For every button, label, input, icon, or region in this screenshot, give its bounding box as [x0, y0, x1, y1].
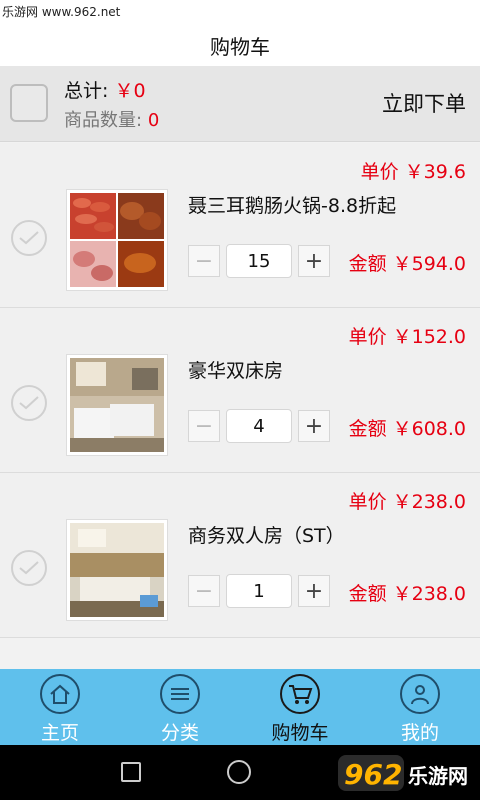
tab-profile[interactable]: 我的: [360, 669, 480, 745]
cart-item: 单价 ￥152.0 豪华双床房 − 4 + 金额 ￥608.0: [0, 308, 480, 473]
product-name: 商务双人房（ST）: [188, 525, 345, 547]
quantity-stepper: − 1 +: [188, 573, 336, 609]
system-nav-bar: 962 乐游网: [0, 745, 480, 800]
quantity-field[interactable]: 1: [226, 574, 292, 608]
status-bar: 乐游网 www.962.net: [0, 0, 480, 24]
tab-label: 主页: [40, 722, 79, 744]
decrease-button[interactable]: −: [188, 245, 220, 277]
unit-price: 单价 ￥152.0: [348, 326, 466, 348]
item-amount: 金额 ￥594.0: [348, 253, 466, 275]
cart-summary-bar: 总计: ￥0 商品数量: 0 立即下单: [0, 66, 480, 142]
unit-price: 单价 ￥238.0: [348, 491, 466, 513]
svg-text:乐游网: 乐游网: [408, 764, 468, 788]
home-button[interactable]: [227, 760, 251, 784]
tab-label: 购物车: [271, 722, 329, 744]
product-thumbnail[interactable]: [66, 189, 168, 291]
page-title: 购物车: [0, 24, 480, 66]
cart-item: 单价 ￥39.6 聂三耳鹅肠火锅-8.8折起 − 15 + 金额 ￥594.0: [0, 143, 480, 308]
site-logo: 962 乐游网: [338, 755, 468, 791]
quantity-field[interactable]: 15: [226, 244, 292, 278]
cart-item: 单价 ￥238.0 商务双人房（ST） − 1 + 金额 ￥238.0: [0, 473, 480, 638]
cart-item-list: 单价 ￥39.6 聂三耳鹅肠火锅-8.8折起 − 15 + 金额 ￥594.0 …: [0, 143, 480, 638]
submit-order-button[interactable]: 立即下单: [382, 88, 466, 118]
product-thumbnail[interactable]: [66, 519, 168, 621]
total-line: 总计: ￥0: [64, 76, 146, 103]
check-icon: [19, 561, 39, 575]
twin-room-photo: [70, 358, 164, 452]
product-name: 豪华双床房: [188, 360, 284, 382]
check-icon: [19, 396, 39, 410]
quantity-stepper: − 4 +: [188, 408, 336, 444]
tab-label: 分类: [160, 722, 199, 744]
quantity-field[interactable]: 4: [226, 409, 292, 443]
recent-apps-button[interactable]: [121, 762, 141, 782]
tab-home[interactable]: 主页: [0, 669, 120, 745]
unit-price: 单价 ￥39.6: [360, 161, 466, 183]
decrease-button[interactable]: −: [188, 575, 220, 607]
check-icon: [19, 231, 39, 245]
select-all-checkbox[interactable]: [10, 84, 48, 122]
total-label: 总计:: [64, 80, 109, 102]
user-icon: [400, 674, 440, 714]
item-select-radio[interactable]: [11, 220, 47, 256]
increase-button[interactable]: +: [298, 575, 330, 607]
count-line: 商品数量: 0: [64, 106, 159, 132]
item-select-radio[interactable]: [11, 385, 47, 421]
hotpot-food-photo: [70, 193, 164, 287]
tab-cart[interactable]: 购物车: [240, 669, 360, 745]
quantity-stepper: − 15 +: [188, 243, 336, 279]
count-label: 商品数量:: [64, 110, 143, 131]
increase-button[interactable]: +: [298, 410, 330, 442]
item-amount: 金额 ￥238.0: [348, 583, 466, 605]
product-thumbnail[interactable]: [66, 354, 168, 456]
tab-category[interactable]: 分类: [120, 669, 240, 745]
svg-text:962: 962: [344, 758, 402, 791]
bottom-tab-bar: 主页 分类 购物车 我的: [0, 669, 480, 745]
item-select-radio[interactable]: [11, 550, 47, 586]
business-room-photo: [70, 523, 164, 617]
increase-button[interactable]: +: [298, 245, 330, 277]
count-value: 0: [147, 110, 160, 131]
product-name: 聂三耳鹅肠火锅-8.8折起: [188, 195, 397, 217]
home-icon: [40, 674, 80, 714]
total-value: ￥0: [114, 80, 146, 102]
list-icon: [160, 674, 200, 714]
item-amount: 金额 ￥608.0: [348, 418, 466, 440]
watermark-text: 乐游网 www.962.net: [2, 5, 121, 19]
tab-label: 我的: [400, 722, 439, 744]
decrease-button[interactable]: −: [188, 410, 220, 442]
cart-icon: [280, 674, 320, 714]
